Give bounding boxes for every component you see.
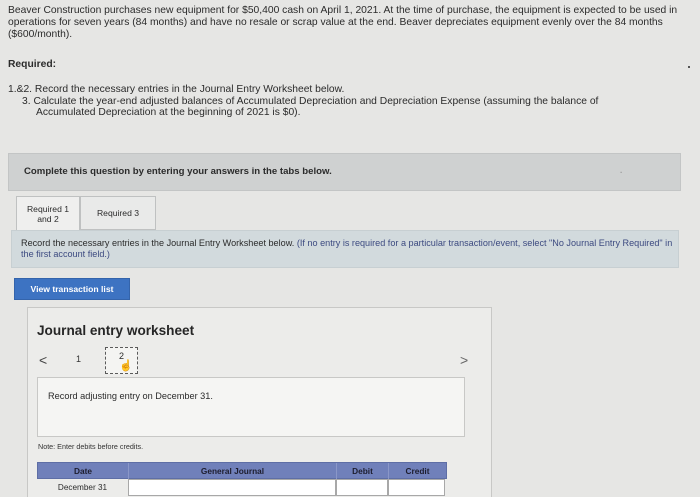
worksheet-title: Journal entry worksheet	[37, 323, 195, 338]
journal-entry-worksheet: Journal entry worksheet < 1 2 ☝ > Record…	[27, 307, 492, 497]
required-list: 1.&2. Record the necessary entries in th…	[8, 84, 692, 119]
tab-required-3[interactable]: Required 3	[80, 196, 156, 230]
required-heading: Required:	[8, 59, 57, 70]
debits-credits-note: Note: Enter debits before credits.	[38, 442, 144, 451]
tab-required-1-and-2-line2: and 2	[37, 213, 59, 224]
table-row: December 31	[37, 479, 447, 497]
instructions-main: Record the necessary entries in the Jour…	[21, 238, 297, 248]
worksheet-page-1[interactable]: 1	[76, 354, 81, 364]
instructions-panel: Record the necessary entries in the Jour…	[11, 230, 679, 268]
chevron-left-icon[interactable]: <	[39, 352, 47, 368]
required-item-3-line1: 3. Calculate the year-end adjusted balan…	[22, 95, 599, 107]
chevron-right-icon[interactable]: >	[460, 352, 468, 368]
complete-question-text: Complete this question by entering your …	[24, 166, 332, 177]
general-journal-input[interactable]	[128, 479, 336, 496]
worksheet-page-2[interactable]: 2 ☝	[105, 347, 138, 374]
column-header-general-journal: General Journal	[129, 463, 337, 479]
row-date: December 31	[57, 483, 108, 492]
entry-description-box: Record adjusting entry on December 31.	[37, 377, 465, 437]
tab-required-1-and-2[interactable]: Required 1 and 2	[16, 196, 80, 230]
tab-required-3-label: Required 3	[96, 208, 140, 218]
debit-input[interactable]	[336, 479, 388, 496]
problem-statement: Beaver Construction purchases new equipm…	[8, 5, 678, 41]
complete-question-bar: Complete this question by entering your …	[8, 153, 681, 191]
view-transaction-list-button[interactable]: View transaction list	[14, 278, 130, 300]
bar-decoration-mark: ·	[620, 168, 623, 177]
page-edge-dot	[688, 66, 690, 68]
column-header-credit: Credit	[405, 466, 430, 476]
tab-required-1-and-2-line1: Required 1	[26, 203, 70, 214]
required-item-1-2: 1.&2. Record the necessary entries in th…	[8, 84, 345, 95]
entry-description-text: Record adjusting entry on December 31.	[48, 391, 213, 401]
hand-cursor-icon: ☝	[119, 360, 133, 372]
required-item-3: 3. Calculate the year-end adjusted balan…	[8, 96, 692, 119]
credit-input[interactable]	[388, 479, 445, 496]
column-header-date: Date	[38, 463, 129, 479]
column-header-debit: Debit	[337, 463, 389, 479]
required-item-3-line2: Accumulated Depreciation at the beginnin…	[36, 107, 301, 119]
journal-table-header: Date General Journal Debit Credit	[37, 462, 447, 479]
